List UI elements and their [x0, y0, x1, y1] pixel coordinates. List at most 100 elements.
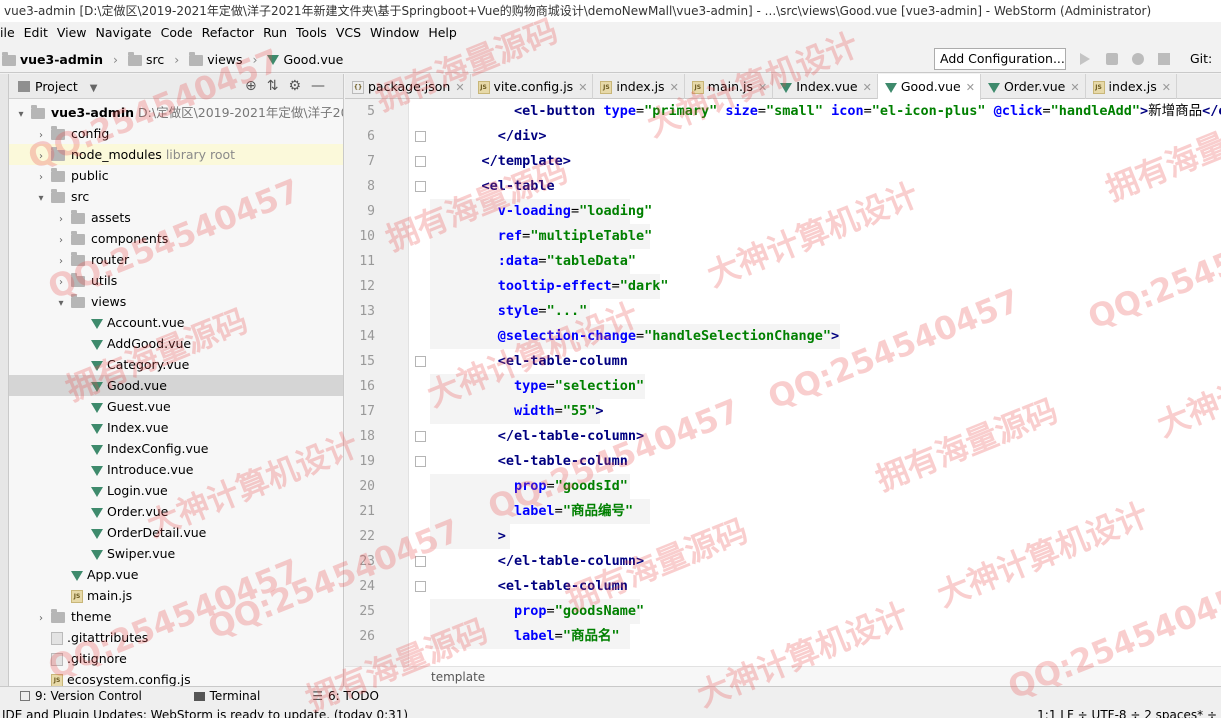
- menu-item[interactable]: View: [57, 22, 87, 44]
- tree-item[interactable]: › public: [9, 165, 343, 188]
- tree-item[interactable]: Order.vue: [9, 501, 343, 522]
- editor-tab[interactable]: JS index.js ✕: [1086, 74, 1177, 99]
- close-icon[interactable]: ✕: [1162, 81, 1171, 94]
- menu-item[interactable]: Code: [161, 22, 193, 44]
- tree-item[interactable]: IndexConfig.vue: [9, 438, 343, 459]
- tree-item[interactable]: Category.vue: [9, 354, 343, 375]
- tree-item[interactable]: › assets: [9, 207, 343, 230]
- editor-tab[interactable]: JS vite.config.js ✕: [471, 74, 594, 99]
- run-icon[interactable]: [1080, 53, 1090, 65]
- tree-item[interactable]: ▾ src: [9, 186, 343, 209]
- tree-item[interactable]: .gitignore: [9, 648, 343, 669]
- menu-item[interactable]: Help: [428, 22, 457, 44]
- coverage-icon[interactable]: [1132, 53, 1144, 65]
- chevron-right-icon[interactable]: ›: [55, 209, 67, 230]
- fold-icon[interactable]: [415, 556, 426, 567]
- tree-item[interactable]: Good.vue: [9, 375, 343, 396]
- gear-icon[interactable]: ⚙: [288, 78, 311, 94]
- tree-item[interactable]: › theme: [9, 606, 343, 629]
- chevron-right-icon[interactable]: ›: [35, 125, 47, 146]
- tree-item[interactable]: JS main.js: [9, 585, 343, 606]
- chevron-right-icon[interactable]: ›: [35, 146, 47, 167]
- tree-item[interactable]: Swiper.vue: [9, 543, 343, 564]
- close-icon[interactable]: ✕: [863, 81, 872, 94]
- tree-item[interactable]: › config: [9, 123, 343, 146]
- todo-button[interactable]: ☰ 6: TODO: [312, 687, 403, 706]
- chevron-down-icon[interactable]: ▼: [90, 83, 98, 94]
- tree-item[interactable]: AddGood.vue: [9, 333, 343, 354]
- close-icon[interactable]: ✕: [966, 81, 975, 94]
- nav-src[interactable]: src: [127, 46, 164, 74]
- tree-item[interactable]: ▾ views: [9, 291, 343, 314]
- tree-item[interactable]: Introduce.vue: [9, 459, 343, 480]
- editor-tab[interactable]: {} package.json ✕: [345, 74, 471, 99]
- code-breadcrumb[interactable]: template: [345, 666, 1221, 686]
- chevron-down-icon[interactable]: ▾: [35, 188, 47, 209]
- close-icon[interactable]: ✕: [670, 81, 679, 94]
- tree-item[interactable]: › node_modules library root: [9, 144, 343, 167]
- menu-item[interactable]: Window: [370, 22, 419, 44]
- debug-icon[interactable]: [1106, 53, 1118, 65]
- tree-item[interactable]: › utils: [9, 270, 343, 293]
- nav-views[interactable]: views: [189, 46, 243, 74]
- status-message[interactable]: IDE and Plugin Updates: WebStorm is read…: [2, 708, 408, 718]
- fold-icon[interactable]: [415, 131, 426, 142]
- close-icon[interactable]: ✕: [1070, 81, 1079, 94]
- nav-file[interactable]: Good.vue: [267, 46, 343, 74]
- editor-tab[interactable]: JS main.js ✕: [685, 74, 774, 99]
- menu-item[interactable]: Navigate: [96, 22, 152, 44]
- editor-tab[interactable]: Good.vue ✕: [877, 74, 981, 100]
- project-panel-title[interactable]: Project: [35, 79, 78, 94]
- menu-item[interactable]: Edit: [24, 22, 48, 44]
- locate-icon[interactable]: ⊕: [245, 78, 267, 94]
- chevron-right-icon[interactable]: ›: [35, 167, 47, 188]
- chevron-right-icon[interactable]: ›: [55, 251, 67, 272]
- tree-item[interactable]: .gitattributes: [9, 627, 343, 648]
- tree-item[interactable]: JS ecosystem.config.js: [9, 669, 343, 686]
- minimize-icon[interactable]: —: [311, 78, 335, 94]
- collapse-icon[interactable]: ⇅: [267, 78, 289, 94]
- version-control-button[interactable]: 9: Version Control: [20, 687, 166, 706]
- tree-item[interactable]: Index.vue: [9, 417, 343, 438]
- chevron-down-icon[interactable]: ▾: [15, 104, 27, 125]
- close-icon[interactable]: ✕: [578, 81, 587, 94]
- tree-item-label: theme: [71, 609, 112, 624]
- close-icon[interactable]: ✕: [758, 81, 767, 94]
- tree-item[interactable]: ▾ vue3-adminD:\定做区\2019-2021年定做\洋子20214: [9, 102, 343, 125]
- line-number: 15: [359, 354, 375, 369]
- add-configuration-button[interactable]: Add Configuration...: [934, 48, 1066, 70]
- menu-item[interactable]: VCS: [336, 22, 361, 44]
- tree-item[interactable]: OrderDetail.vue: [9, 522, 343, 543]
- fold-icon[interactable]: [415, 181, 426, 192]
- terminal-button[interactable]: Terminal: [193, 687, 285, 706]
- tree-item[interactable]: App.vue: [9, 564, 343, 585]
- tree-item[interactable]: › router: [9, 249, 343, 272]
- editor-tab[interactable]: Index.vue ✕: [773, 74, 878, 99]
- chevron-right-icon[interactable]: ›: [35, 608, 47, 629]
- tree-item[interactable]: › components: [9, 228, 343, 251]
- chevron-right-icon[interactable]: ›: [55, 230, 67, 251]
- git-label[interactable]: Git:: [1190, 45, 1212, 73]
- menu-item[interactable]: Refactor: [202, 22, 254, 44]
- stop-icon[interactable]: [1158, 53, 1170, 65]
- tree-item[interactable]: Account.vue: [9, 312, 343, 333]
- chevron-down-icon[interactable]: ▾: [55, 293, 67, 314]
- menu-item[interactable]: Tools: [296, 22, 327, 44]
- code-area[interactable]: 5 <el-button type="primary" size="small"…: [345, 99, 1221, 666]
- editor-tab[interactable]: Order.vue ✕: [981, 74, 1086, 99]
- tree-item[interactable]: Login.vue: [9, 480, 343, 501]
- tree-item[interactable]: Guest.vue: [9, 396, 343, 417]
- fold-icon[interactable]: [415, 431, 426, 442]
- menu-item[interactable]: ile: [0, 22, 15, 44]
- status-right[interactable]: 1:1 LF ÷ UTF-8 ÷ 2 spaces* ÷: [1037, 706, 1217, 718]
- fold-icon[interactable]: [415, 581, 426, 592]
- code-text: type="selection": [449, 374, 644, 399]
- close-icon[interactable]: ✕: [455, 81, 464, 94]
- chevron-right-icon[interactable]: ›: [55, 272, 67, 293]
- fold-icon[interactable]: [415, 356, 426, 367]
- editor-tab[interactable]: JS index.js ✕: [593, 74, 685, 99]
- fold-icon[interactable]: [415, 456, 426, 467]
- fold-icon[interactable]: [415, 156, 426, 167]
- menu-item[interactable]: Run: [263, 22, 287, 44]
- nav-project[interactable]: vue3-admin: [2, 46, 103, 74]
